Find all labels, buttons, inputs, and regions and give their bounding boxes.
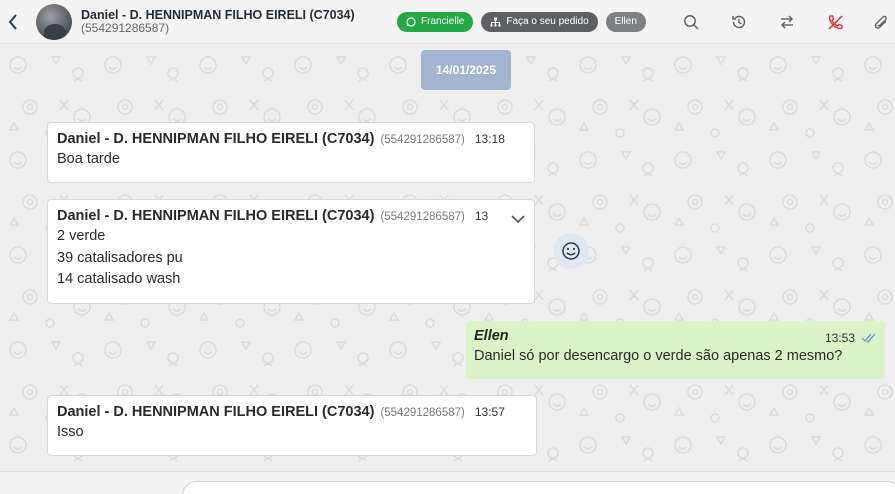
org-chart-icon: [490, 17, 501, 26]
message-author: Ellen: [474, 328, 509, 344]
message-text-line: 2 verde: [57, 228, 106, 244]
back-button[interactable]: [0, 0, 26, 44]
message-time: 13:18: [474, 132, 505, 146]
message-text: Boa tarde: [57, 151, 120, 167]
composer-bar: [0, 471, 895, 494]
message-sender: Daniel - D. HENNIPMAN FILHO EIRELI (C703…: [57, 208, 375, 224]
date-separator: 14/01/2025: [421, 50, 511, 90]
message-text: Isso: [57, 424, 84, 440]
incoming-message[interactable]: Daniel - D. HENNIPMAN FILHO EIRELI (C703…: [47, 122, 535, 183]
read-receipt-icon: [861, 333, 876, 343]
message-sender-phone: (554291286587): [380, 211, 465, 223]
end-call-icon: [827, 14, 843, 30]
contact-phone: (554291286587): [81, 20, 170, 35]
back-arrow-icon: [8, 13, 17, 30]
message-input[interactable]: [182, 481, 895, 494]
chat-header: Daniel - D. HENNIPMAN FILHO EIRELI (C703…: [0, 0, 895, 44]
incoming-message[interactable]: Daniel - D. HENNIPMAN FILHO EIRELI (C703…: [47, 395, 537, 456]
agent-tag-label: Francielle: [421, 16, 465, 27]
order-tag-label: Faça o seu pedido: [506, 16, 589, 27]
history-button[interactable]: [727, 10, 751, 34]
search-icon: [684, 15, 699, 30]
search-button[interactable]: [679, 10, 703, 34]
order-tag[interactable]: Faça o seu pedido: [481, 11, 598, 32]
smiley-icon: [562, 242, 580, 260]
message-time: 13: [474, 209, 489, 223]
user-tag-label: Ellen: [614, 16, 637, 27]
message-sender: Daniel - D. HENNIPMAN FILHO EIRELI (C703…: [57, 404, 375, 420]
incoming-message[interactable]: Daniel - D. HENNIPMAN FILHO EIRELI (C703…: [47, 199, 535, 304]
message-time: 13:53: [824, 331, 855, 345]
react-button[interactable]: [553, 233, 589, 269]
end-chat-button[interactable]: [823, 10, 847, 34]
message-options-button[interactable]: [511, 211, 525, 229]
message-text-line: 14 catalisado wash: [57, 271, 181, 287]
message-sender-phone: (554291286587): [380, 134, 465, 146]
whatsapp-icon: [406, 16, 416, 27]
user-tag[interactable]: Ellen: [605, 11, 646, 32]
message-sender: Daniel - D. HENNIPMAN FILHO EIRELI (C703…: [57, 131, 375, 147]
contact-name: Daniel - D. HENNIPMAN FILHO EIRELI (C703…: [81, 7, 355, 22]
message-sender-phone: (554291286587): [380, 407, 465, 419]
contact-info[interactable]: Daniel - D. HENNIPMAN FILHO EIRELI (C703…: [81, 7, 381, 35]
contact-avatar[interactable]: [36, 3, 72, 40]
attach-button[interactable]: [869, 10, 893, 34]
transfer-button[interactable]: [775, 10, 799, 34]
agent-tag[interactable]: Francielle: [397, 11, 474, 32]
outgoing-message[interactable]: Ellen 13:53 Daniel só por desencargo o v…: [466, 321, 885, 379]
message-time: 13:57: [474, 405, 505, 419]
attachment-icon: [874, 15, 887, 29]
message-text-line: 39 catalisadores pu: [57, 249, 183, 266]
chat-area[interactable]: 14/01/2025 Daniel - D. HENNIPMAN FILHO E…: [0, 45, 895, 471]
message-text: Daniel só por desencargo o verde são ape…: [474, 348, 843, 364]
chevron-down-icon: [511, 215, 525, 224]
history-icon: [732, 15, 746, 29]
transfer-icon: [780, 15, 794, 29]
